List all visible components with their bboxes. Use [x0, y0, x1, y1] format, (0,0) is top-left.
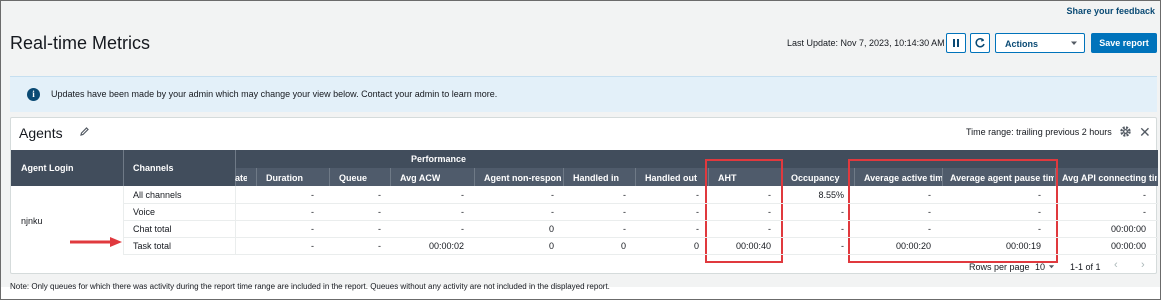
metric-cell: -	[841, 241, 844, 251]
metric-cell: -	[378, 224, 381, 234]
metric-cell: -	[623, 207, 626, 217]
header-handled-out[interactable]: Handled out	[645, 173, 697, 183]
channel-cell: Chat total	[133, 224, 172, 234]
pencil-icon[interactable]	[79, 126, 90, 139]
metric-cell: -	[928, 224, 931, 234]
caret-down-icon	[1048, 265, 1054, 269]
info-banner: i Updates have been made by your admin w…	[10, 76, 1157, 112]
metric-cell: -	[623, 190, 626, 200]
arrow-icon	[70, 237, 122, 247]
info-icon: i	[27, 88, 40, 101]
agents-card: Agents Time range: trailing previous 2 h…	[10, 117, 1158, 274]
metric-cell: -	[461, 207, 464, 217]
last-update-text: Last Update: Nov 7, 2023, 10:14:30 AM	[787, 38, 945, 48]
metric-cell: -	[1143, 190, 1146, 200]
metric-cell: -	[551, 190, 554, 200]
row-divider	[123, 254, 1158, 255]
gear-icon[interactable]	[1119, 125, 1132, 140]
metric-cell: 0	[693, 241, 699, 251]
header-queue[interactable]: Queue	[339, 173, 367, 183]
header-divider	[123, 150, 124, 186]
metric-cell: 8.55%	[818, 190, 844, 200]
caret-down-icon	[1070, 39, 1078, 49]
metric-cell: -	[928, 190, 931, 200]
rows-per-page-label: Rows per page	[969, 262, 1030, 272]
metric-cell: 0	[548, 241, 554, 251]
metric-cell: -	[696, 224, 699, 234]
close-icon[interactable]: ✕	[1139, 124, 1151, 141]
header-agent-non-response[interactable]: Agent non-response	[484, 173, 562, 183]
header-divider	[256, 168, 257, 186]
rows-per-page-select[interactable]: 10	[1035, 262, 1055, 272]
header-avg-api-connecting-time[interactable]: Avg API connecting time	[1062, 173, 1157, 183]
row-divider	[123, 220, 1158, 221]
refresh-icon	[975, 38, 985, 48]
channel-cell: All channels	[133, 190, 182, 200]
banner-message: Updates have been made by your admin whi…	[51, 89, 498, 99]
metric-cell: 00:00:40	[735, 241, 771, 251]
metric-cell: -	[623, 224, 626, 234]
chevron-right-icon[interactable]: ›	[1141, 259, 1145, 271]
metric-cell: 0	[548, 224, 554, 234]
metric-cell: 00:00:20	[895, 241, 931, 251]
header-duration[interactable]: Duration	[266, 173, 303, 183]
metric-cell: -	[1143, 207, 1146, 217]
channel-cell: Task total	[133, 241, 172, 251]
header-divider	[474, 168, 475, 186]
header-avg-acw[interactable]: Avg ACW	[400, 173, 440, 183]
metric-cell: -	[378, 207, 381, 217]
metric-cell: -	[461, 190, 464, 200]
metric-cell: 00:00:19	[1005, 241, 1041, 251]
metric-cell: -	[1038, 207, 1041, 217]
metric-cell: -	[928, 207, 931, 217]
row-divider	[123, 237, 1158, 238]
share-feedback-link[interactable]: Share your feedback	[1066, 6, 1155, 16]
header-channels[interactable]: Channels	[133, 163, 174, 173]
header-divider	[635, 168, 636, 186]
row-divider	[123, 203, 1158, 204]
header-handled-in[interactable]: Handled in	[573, 173, 619, 183]
metric-cell: -	[461, 224, 464, 234]
page-title: Real-time Metrics	[10, 33, 151, 53]
metric-cell: 00:00:00	[1110, 224, 1146, 234]
metric-cell: -	[696, 207, 699, 217]
metric-cell: -	[378, 241, 381, 251]
metric-cell: -	[841, 207, 844, 217]
time-range-text: Time range: trailing previous 2 hours	[966, 127, 1112, 137]
header-divider	[563, 168, 564, 186]
metric-cell: -	[768, 224, 771, 234]
refresh-button[interactable]	[970, 33, 990, 53]
actions-label: Actions	[1005, 39, 1039, 49]
header-divider	[329, 168, 330, 186]
metric-cell: 0	[620, 241, 626, 251]
pause-button[interactable]	[946, 33, 966, 53]
metric-cell: -	[1038, 224, 1041, 234]
metric-cell: -	[841, 224, 844, 234]
card-title: Agents	[19, 125, 63, 141]
metric-cell: 00:00:00	[1110, 241, 1146, 251]
save-report-button[interactable]: Save report	[1091, 33, 1157, 53]
rows-per-page-value: 10	[1035, 262, 1046, 272]
header-divider	[390, 168, 391, 186]
header-performance-group: Performance	[411, 154, 467, 164]
footer-note: Note: Only queues for which there was ac…	[10, 282, 610, 291]
metric-cell: -	[768, 207, 771, 217]
actions-dropdown[interactable]: Actions	[995, 33, 1085, 53]
pause-icon	[953, 39, 959, 47]
metric-cell: -	[551, 207, 554, 217]
metric-cell: -	[1038, 190, 1041, 200]
metric-cell: 00:00:02	[428, 241, 464, 251]
header-col-ate[interactable]: ate	[235, 173, 247, 183]
metric-cell: -	[768, 190, 771, 200]
agent-login-cell: njnku	[21, 216, 43, 226]
header-occupancy[interactable]: Occupancy	[791, 173, 840, 183]
chevron-left-icon[interactable]: ‹	[1114, 259, 1118, 271]
metric-cell: -	[696, 190, 699, 200]
channel-cell: Voice	[133, 207, 156, 217]
metric-cell: -	[378, 190, 381, 200]
pagination-range: 1-1 of 1	[1070, 262, 1101, 272]
header-agent-login[interactable]: Agent Login	[21, 163, 74, 173]
